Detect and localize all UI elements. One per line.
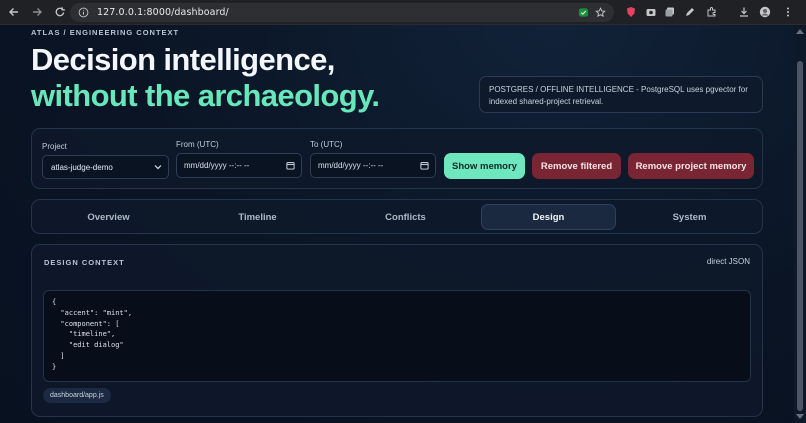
tab-design[interactable]: Design <box>481 204 616 230</box>
tab-system[interactable]: System <box>622 204 757 230</box>
arrow-right-icon <box>33 8 42 16</box>
from-label: From (UTC) <box>176 140 219 149</box>
card-meta: direct JSON <box>706 257 750 266</box>
tab-timeline[interactable]: Timeline <box>190 204 325 230</box>
code-line: "timeline", <box>52 330 116 339</box>
source-file-chip: dashboard/app.js <box>43 388 111 403</box>
profile-avatar-icon[interactable] <box>758 5 772 19</box>
json-code-block: { "accent": "mint", "component": [ "time… <box>43 290 751 382</box>
to-label: To (UTC) <box>310 140 343 149</box>
show-memory-button[interactable]: Show memory <box>444 153 525 179</box>
forward-button[interactable] <box>27 2 47 22</box>
code-line: { <box>52 298 57 306</box>
code-line: "component": [ <box>52 319 120 328</box>
calendar-icon[interactable] <box>286 161 295 170</box>
remove-project-memory-button[interactable]: Remove project memory <box>628 153 754 179</box>
from-placeholder: mm/dd/yyyy --:-- -- <box>184 161 250 170</box>
hero-title: Decision intelligence, <box>31 42 335 77</box>
scrollbar-thumb[interactable] <box>797 61 803 411</box>
bookmark-star-icon[interactable] <box>595 7 606 18</box>
menu-kebab-icon[interactable] <box>781 5 795 19</box>
reload-icon <box>55 7 65 17</box>
to-datetime-input[interactable]: mm/dd/yyyy --:-- -- <box>310 153 436 178</box>
code-line: "edit dialog" <box>52 341 124 350</box>
browser-toolbar: 127.0.0.1:8000/dashboard/ <box>0 0 806 25</box>
arrow-left-icon <box>9 8 18 16</box>
eyebrow: ATLAS / ENGINEERING CONTEXT <box>31 28 180 37</box>
page-scrollbar[interactable] <box>794 25 806 423</box>
project-label: Project <box>42 142 67 151</box>
scroll-up-arrow[interactable] <box>796 29 804 34</box>
filter-panel: Project atlas-judge-demo From (UTC) mm/d… <box>31 128 763 189</box>
extension-brave-icon[interactable] <box>624 5 638 19</box>
chevron-down-icon <box>154 165 162 170</box>
extension-pen-icon[interactable] <box>683 5 697 19</box>
performance-icon[interactable] <box>578 7 589 18</box>
extensions-puzzle-icon[interactable] <box>705 5 719 19</box>
scroll-down-arrow[interactable] <box>796 414 804 419</box>
site-info-icon[interactable] <box>78 7 89 18</box>
code-line: } <box>52 362 57 371</box>
design-context-card: DESIGN CONTEXT direct JSON { "accent": "… <box>31 244 763 417</box>
project-select-value: atlas-judge-demo <box>51 162 113 172</box>
address-bar[interactable]: 127.0.0.1:8000/dashboard/ <box>70 3 614 22</box>
extension-copy-icon[interactable] <box>663 5 677 19</box>
card-title: DESIGN CONTEXT <box>44 258 125 267</box>
dashboard-page: ATLAS / ENGINEERING CONTEXT Decision int… <box>0 25 794 423</box>
tab-overview[interactable]: Overview <box>41 204 176 230</box>
storage-note: POSTGRES / OFFLINE INTELLIGENCE - Postgr… <box>479 76 763 113</box>
tab-conflicts[interactable]: Conflicts <box>338 204 473 230</box>
from-datetime-input[interactable]: mm/dd/yyyy --:-- -- <box>176 153 302 178</box>
project-select[interactable]: atlas-judge-demo <box>42 155 169 179</box>
download-icon[interactable] <box>737 5 751 19</box>
extension-camera-icon[interactable] <box>644 5 658 19</box>
back-button[interactable] <box>4 2 24 22</box>
hero-subtitle: without the archaeology. <box>31 78 380 113</box>
code-line: ] <box>52 351 65 360</box>
tab-bar: Overview Timeline Conflicts Design Syste… <box>31 199 763 234</box>
reload-button[interactable] <box>50 2 70 22</box>
remove-filtered-button[interactable]: Remove filtered <box>532 153 621 179</box>
calendar-icon[interactable] <box>420 161 429 170</box>
url-text[interactable]: 127.0.0.1:8000/dashboard/ <box>97 7 229 18</box>
to-placeholder: mm/dd/yyyy --:-- -- <box>318 161 384 170</box>
code-line: "accent": "mint", <box>52 308 133 317</box>
